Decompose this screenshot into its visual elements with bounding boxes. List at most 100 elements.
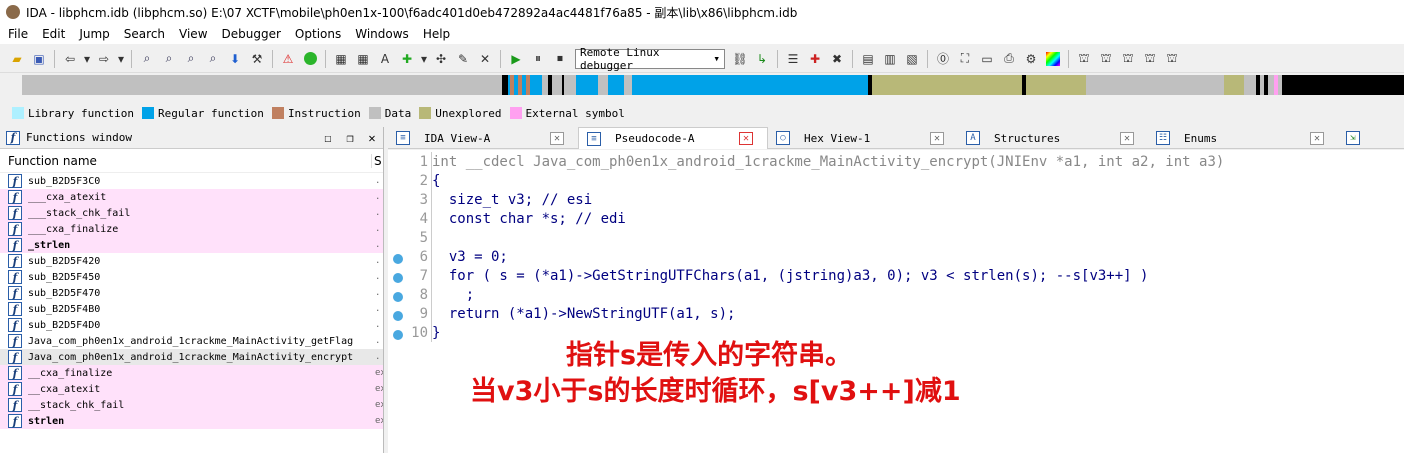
- back-dropdown-icon[interactable]: ▾: [83, 50, 91, 68]
- column-function-name[interactable]: Function name: [8, 154, 97, 168]
- menu-windows[interactable]: Windows: [355, 27, 409, 41]
- code-line[interactable]: 2{: [388, 171, 1404, 190]
- undefine-icon[interactable]: ✕: [476, 50, 494, 68]
- function-row[interactable]: f __stack_chk_fail ex: [0, 397, 383, 413]
- menu-debugger[interactable]: Debugger: [222, 27, 281, 41]
- function-row[interactable]: f sub_B2D5F420.: [0, 253, 383, 269]
- tab-hex-view-1[interactable]: ○ Hex View-1 ✕: [768, 127, 958, 149]
- jump-down-icon[interactable]: ⬇: [226, 50, 244, 68]
- tree5-icon[interactable]: ⛫: [1163, 50, 1181, 68]
- settings-icon[interactable]: ⚙: [1022, 50, 1040, 68]
- function-row[interactable]: f __cxa_atexit ex: [0, 381, 383, 397]
- make-string-icon[interactable]: A: [376, 50, 394, 68]
- edit-icon[interactable]: ✎: [454, 50, 472, 68]
- forward-dropdown-icon[interactable]: ▾: [117, 50, 125, 68]
- function-row[interactable]: f ___cxa_atexit.: [0, 189, 383, 205]
- run-to-icon[interactable]: ↳: [753, 50, 771, 68]
- function-row[interactable]: f ___stack_chk_fail.: [0, 205, 383, 221]
- start-debug-icon[interactable]: ▶: [507, 50, 525, 68]
- delete-breakpoint-icon[interactable]: ✖: [828, 50, 846, 68]
- function-row[interactable]: f _strlen.: [0, 237, 383, 253]
- warning-icon[interactable]: ⚠: [279, 50, 297, 68]
- open-file-icon[interactable]: ▰: [8, 50, 26, 68]
- navigation-band[interactable]: [22, 75, 1404, 95]
- layout-icon[interactable]: ▭: [978, 50, 996, 68]
- hammer-icon[interactable]: ⚒: [248, 50, 266, 68]
- zoom-icon[interactable]: ⛶: [956, 50, 974, 68]
- function-row-selected[interactable]: f Java_com_ph0en1x_android_1crackme_MainA…: [0, 349, 383, 365]
- function-row[interactable]: f ___cxa_finalize.: [0, 221, 383, 237]
- restore-icon[interactable]: ❐: [339, 131, 361, 145]
- make-code-icon[interactable]: ▦: [332, 50, 350, 68]
- print-icon[interactable]: ⎙: [1000, 50, 1018, 68]
- code-line[interactable]: 7 for ( s = (*a1)->GetStringUTFChars(a1,…: [388, 266, 1404, 285]
- struct-icon[interactable]: ✣: [432, 50, 450, 68]
- function-row[interactable]: f __cxa_finalize ex: [0, 365, 383, 381]
- function-row[interactable]: f sub_B2D5F4D0.: [0, 317, 383, 333]
- tree4-icon[interactable]: ⛫: [1141, 50, 1159, 68]
- breakpoint-dot-icon[interactable]: [393, 253, 403, 264]
- tab-enums[interactable]: ☷ Enums ✕: [1148, 127, 1338, 149]
- code-line[interactable]: 9 return (*a1)->NewStringUTF(a1, s);: [388, 304, 1404, 323]
- make-data-icon[interactable]: ▦: [354, 50, 372, 68]
- graph-overview-icon[interactable]: ▤: [859, 50, 877, 68]
- code-line[interactable]: 1 int __cdecl Java_com_ph0en1x_android_1c…: [388, 152, 1404, 171]
- function-row[interactable]: f sub_B2D5F450.: [0, 269, 383, 285]
- code-line[interactable]: 6 v3 = 0;: [388, 247, 1404, 266]
- back-icon[interactable]: ⇦: [61, 50, 79, 68]
- code-line[interactable]: 5: [388, 228, 1404, 247]
- function-row[interactable]: f Java_com_ph0en1x_android_1crackme_MainA…: [0, 333, 383, 349]
- forward-icon[interactable]: ⇨: [95, 50, 113, 68]
- code-line[interactable]: 8 ;: [388, 285, 1404, 304]
- close-tab-icon[interactable]: ✕: [1120, 131, 1134, 145]
- tree-icon[interactable]: ⛫: [1075, 50, 1093, 68]
- maximize-icon[interactable]: ☐: [317, 131, 339, 145]
- breakpoint-dot-icon[interactable]: [393, 310, 403, 321]
- function-row[interactable]: fstrlen ex: [0, 413, 383, 429]
- close-tab-icon[interactable]: ✕: [1310, 131, 1324, 145]
- code-line[interactable]: 3 size_t v3; // esi: [388, 190, 1404, 209]
- tree2-icon[interactable]: ⛫: [1097, 50, 1115, 68]
- immediate-search-icon[interactable]: ⌕: [182, 50, 200, 68]
- hex-icon[interactable]: ⓪: [934, 50, 952, 68]
- tab-pseudocode-a[interactable]: ≡ Pseudocode-A ✕: [578, 127, 768, 149]
- tab-imports[interactable]: ⇲: [1338, 127, 1378, 149]
- close-tab-icon[interactable]: ✕: [739, 132, 753, 145]
- breakpoint-dot-icon[interactable]: [393, 329, 403, 340]
- add-dropdown-icon[interactable]: ▾: [420, 50, 428, 68]
- breakpoint-dot-icon[interactable]: [393, 291, 403, 302]
- color-palette-icon[interactable]: [1044, 50, 1062, 68]
- function-row[interactable]: f sub_B2D5F3C0.: [0, 173, 383, 189]
- green-circle-icon[interactable]: [301, 50, 319, 68]
- tab-structures[interactable]: A Structures ✕: [958, 127, 1148, 149]
- text-search-icon[interactable]: ⌕: [160, 50, 178, 68]
- column-segment[interactable]: S: [371, 153, 383, 168]
- attach-icon[interactable]: ⛓: [731, 50, 749, 68]
- binary-search-icon[interactable]: ⌕: [138, 50, 156, 68]
- close-tab-icon[interactable]: ✕: [930, 131, 944, 145]
- call-graph-icon[interactable]: ▧: [903, 50, 921, 68]
- search-next-icon[interactable]: ⌕: [204, 50, 222, 68]
- add-icon[interactable]: ✚: [398, 50, 416, 68]
- close-icon[interactable]: ✕: [361, 131, 383, 145]
- menu-search[interactable]: Search: [124, 27, 165, 41]
- tab-ida-view-a[interactable]: ≡ IDA View-A ✕: [388, 127, 578, 149]
- breakpoint-list-icon[interactable]: ☰: [784, 50, 802, 68]
- debugger-select[interactable]: Remote Linux debugger ▾: [575, 46, 725, 72]
- menu-edit[interactable]: Edit: [42, 27, 65, 41]
- add-breakpoint-icon[interactable]: ✚: [806, 50, 824, 68]
- function-row[interactable]: f sub_B2D5F4B0.: [0, 301, 383, 317]
- close-tab-icon[interactable]: ✕: [550, 131, 564, 145]
- stop-icon[interactable]: ⏹: [551, 50, 569, 68]
- save-icon[interactable]: ▣: [30, 50, 48, 68]
- menu-view[interactable]: View: [179, 27, 207, 41]
- flow-chart-icon[interactable]: ▥: [881, 50, 899, 68]
- menu-file[interactable]: File: [8, 27, 28, 41]
- breakpoint-dot-icon[interactable]: [393, 272, 403, 283]
- menu-jump[interactable]: Jump: [79, 27, 109, 41]
- menu-options[interactable]: Options: [295, 27, 341, 41]
- code-line[interactable]: 4 const char *s; // edi: [388, 209, 1404, 228]
- pause-icon[interactable]: ⏸: [529, 50, 547, 68]
- menu-help[interactable]: Help: [423, 27, 450, 41]
- function-row[interactable]: f sub_B2D5F470.: [0, 285, 383, 301]
